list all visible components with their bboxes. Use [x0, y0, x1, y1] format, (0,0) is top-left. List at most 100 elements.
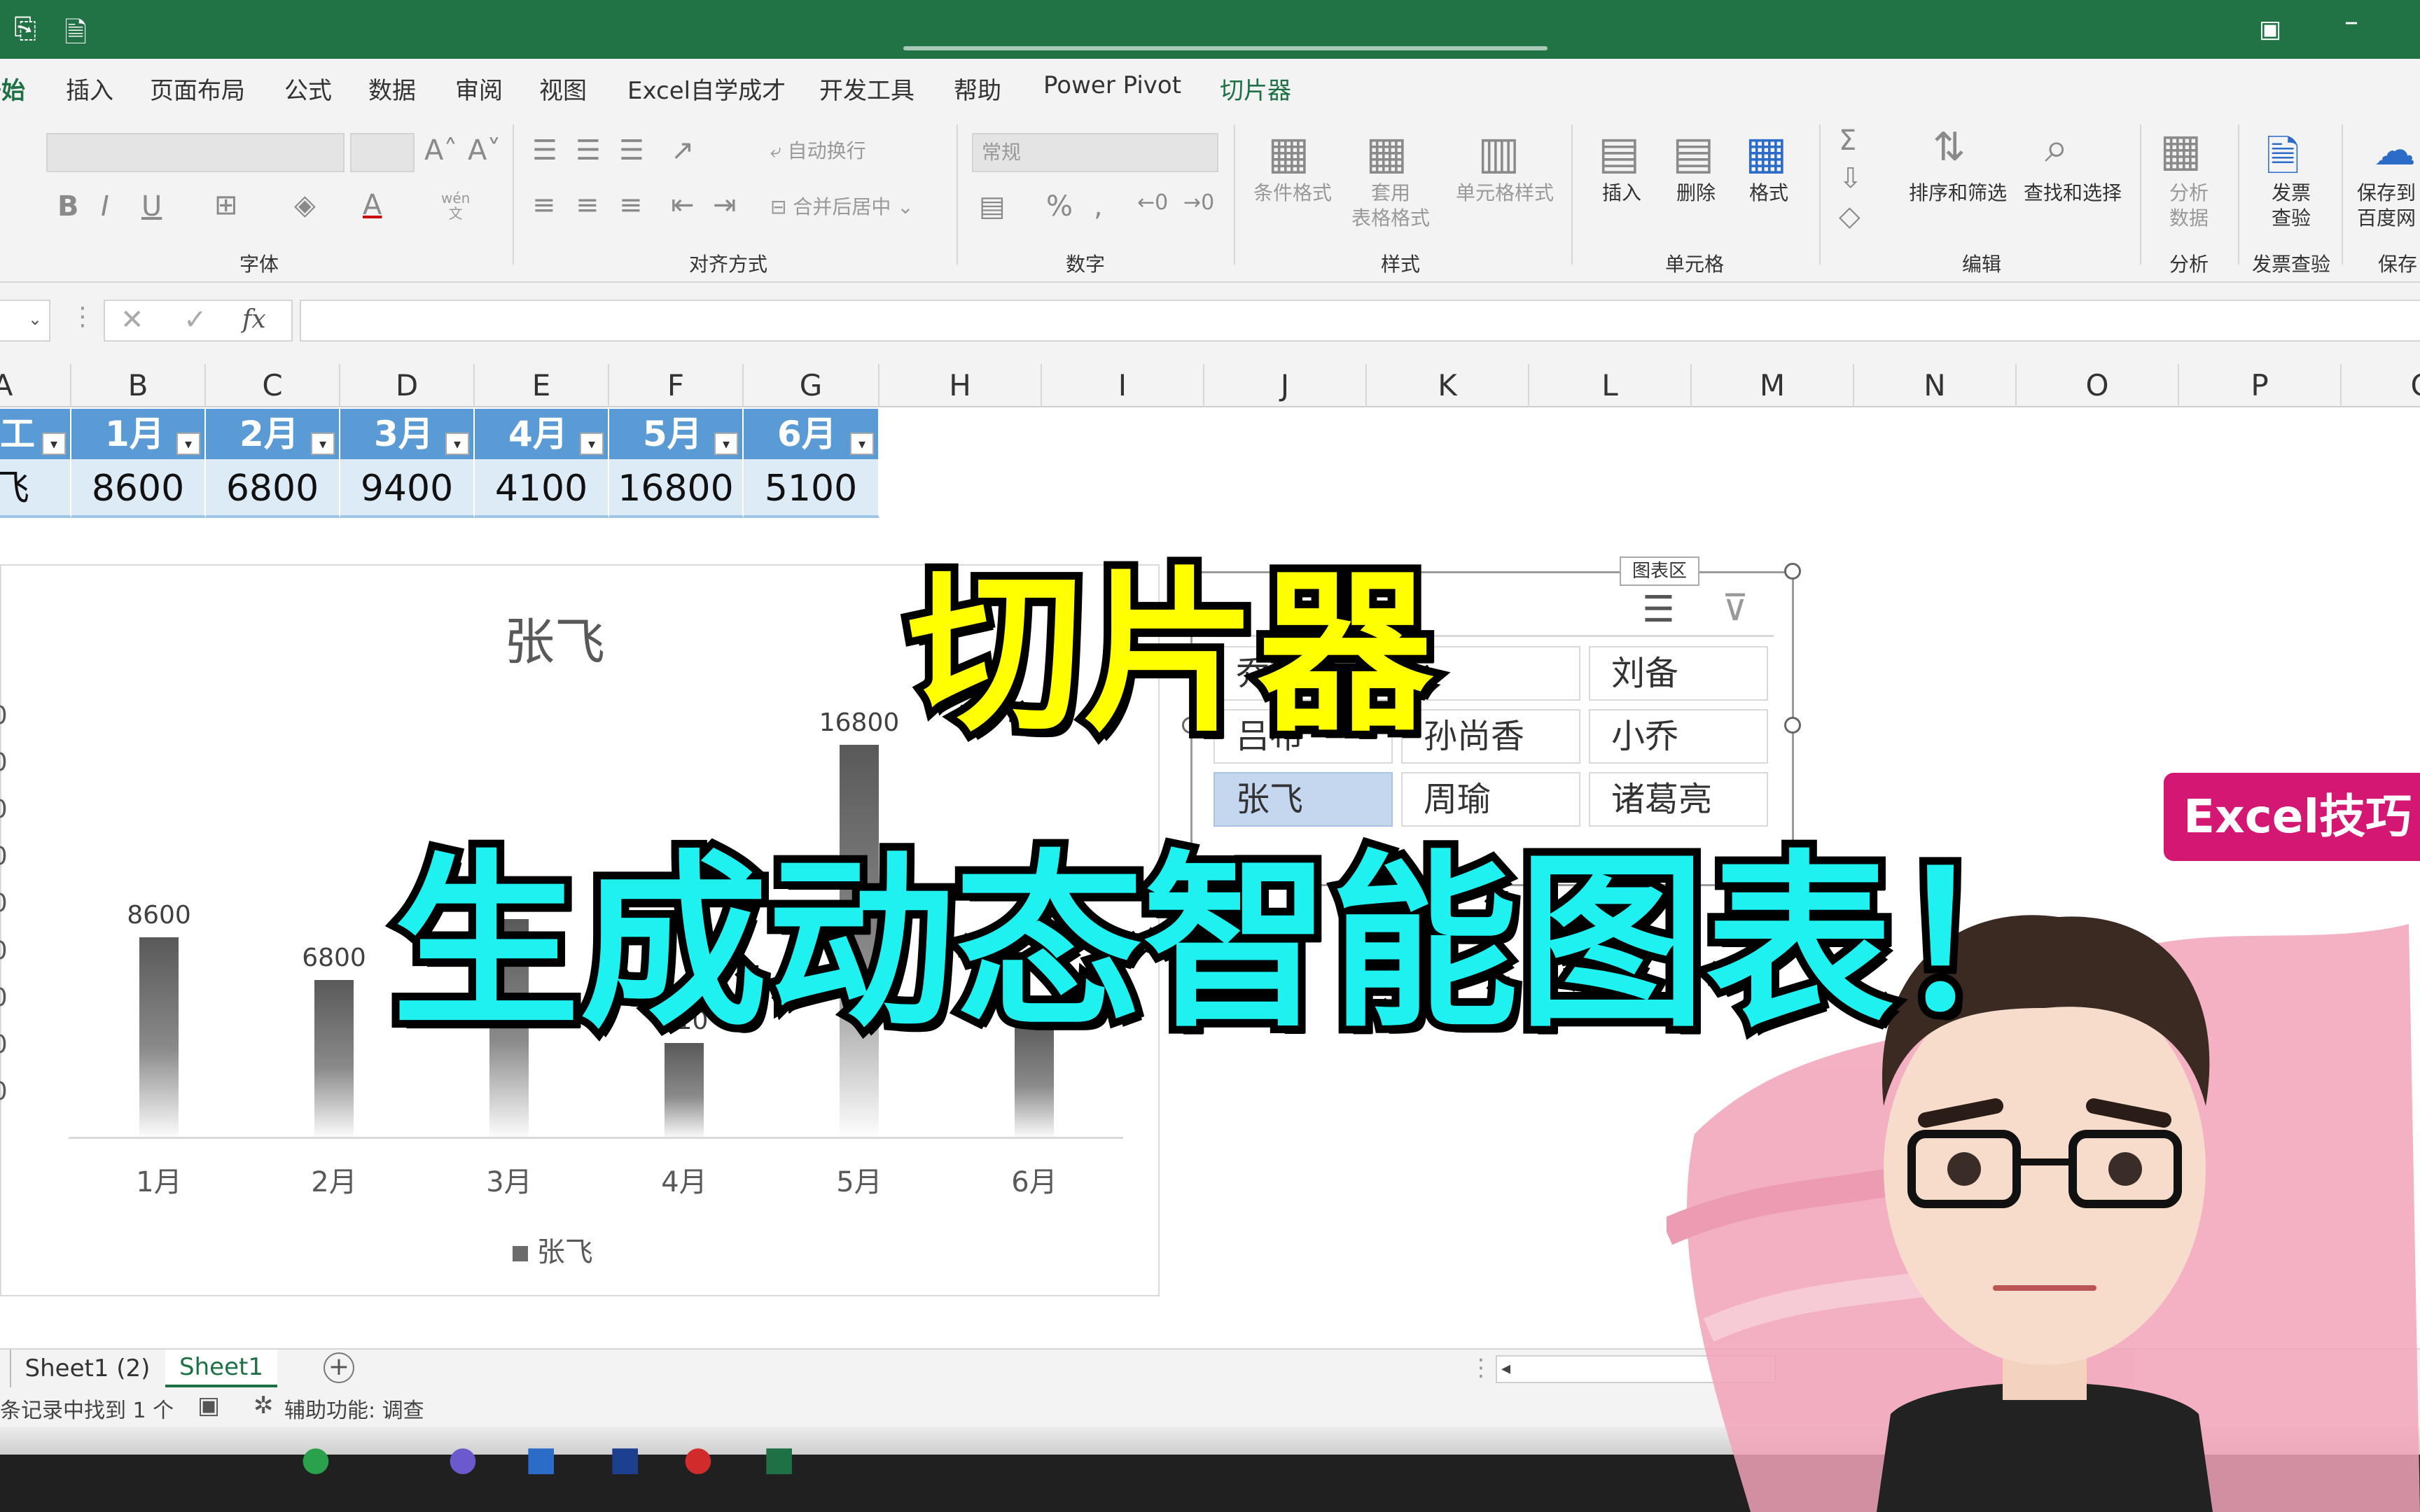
- font-color-icon[interactable]: A: [363, 189, 382, 221]
- phonetic-icon[interactable]: wén 文: [441, 190, 470, 221]
- column-header[interactable]: H: [879, 364, 1042, 407]
- resize-handle[interactable]: [1784, 563, 1801, 580]
- align-top-icon[interactable]: ☰: [532, 134, 557, 167]
- delete-cells-icon[interactable]: ▤: [1672, 127, 1714, 179]
- touch-mode-icon[interactable]: ⎘: [14, 13, 36, 45]
- clear-filter-icon[interactable]: ⊽: [1722, 587, 1748, 629]
- filter-active-icon[interactable]: ▾: [42, 433, 66, 455]
- sort-filter-label[interactable]: 排序和筛选: [1899, 181, 2017, 206]
- align-right-icon[interactable]: ≡: [619, 189, 643, 221]
- table-cell[interactable]: 6800: [206, 459, 340, 518]
- increase-indent-icon[interactable]: ⇥: [713, 189, 737, 221]
- column-header[interactable]: L: [1529, 364, 1692, 407]
- table-cell[interactable]: 16800: [609, 459, 744, 518]
- align-left-icon[interactable]: ≡: [532, 189, 556, 221]
- find-select-icon[interactable]: ⌕: [2045, 123, 2068, 172]
- dropdown-arrow-icon[interactable]: ▾: [850, 433, 874, 455]
- save-label-2[interactable]: 百度网: [2357, 206, 2420, 231]
- wrap-text-button[interactable]: ⤶ 自动换行: [770, 139, 866, 164]
- table-header-cell[interactable]: 2月 ▾: [206, 409, 340, 459]
- resize-handle[interactable]: [1784, 717, 1801, 734]
- sheet-tab-active[interactable]: Sheet1: [165, 1350, 277, 1387]
- percent-icon[interactable]: %: [1046, 190, 1073, 223]
- font-size-select[interactable]: [350, 133, 415, 172]
- dropdown-arrow-icon[interactable]: ▾: [714, 433, 738, 455]
- border-icon[interactable]: ⊞: [214, 189, 238, 221]
- tab-help[interactable]: 帮助: [954, 71, 1001, 106]
- tab-home[interactable]: 开始: [0, 71, 25, 106]
- fill-color-icon[interactable]: ◈: [294, 189, 316, 221]
- align-center-icon[interactable]: ≡: [576, 189, 599, 221]
- align-bottom-icon[interactable]: ☰: [619, 134, 644, 167]
- tab-view[interactable]: 视图: [539, 71, 587, 106]
- tab-insert[interactable]: 插入: [66, 71, 113, 106]
- increase-font-icon[interactable]: A˄: [424, 134, 457, 167]
- invoice-label-1[interactable]: 发票: [2256, 181, 2326, 206]
- save-label-1[interactable]: 保存到: [2357, 181, 2420, 206]
- italic-icon[interactable]: I: [101, 190, 109, 223]
- align-middle-icon[interactable]: ☰: [576, 134, 601, 167]
- number-format-select[interactable]: 常规: [972, 133, 1218, 172]
- chart-bar[interactable]: [314, 979, 354, 1140]
- underline-icon[interactable]: U: [141, 190, 162, 223]
- column-header[interactable]: M: [1692, 364, 1854, 407]
- tab-excel-self-study[interactable]: Excel自学成才: [627, 71, 786, 106]
- decrease-font-icon[interactable]: A˅: [468, 134, 501, 167]
- taskbar-chrome-icon[interactable]: ●: [301, 1439, 331, 1478]
- table-header-cell[interactable]: 6月 ▾: [744, 409, 879, 459]
- name-box-dropdown-icon[interactable]: ⌄: [28, 309, 42, 329]
- table-cell[interactable]: 8600: [71, 459, 206, 518]
- table-format-icon[interactable]: ▦: [1365, 127, 1407, 179]
- chart-legend[interactable]: 张飞: [513, 1229, 593, 1270]
- column-header[interactable]: P: [2179, 364, 2342, 407]
- dropdown-arrow-icon[interactable]: ▾: [311, 433, 335, 455]
- analyze-data-icon[interactable]: ▦: [2160, 125, 2202, 176]
- tab-page-layout[interactable]: 页面布局: [150, 71, 245, 106]
- column-header[interactable]: Q: [2342, 364, 2420, 407]
- column-header[interactable]: O: [2017, 364, 2179, 407]
- tab-formulas[interactable]: 公式: [284, 71, 332, 106]
- table-header-cell[interactable]: 工 ▾: [0, 409, 71, 459]
- column-header[interactable]: C: [206, 364, 340, 407]
- table-cell[interactable]: 5100: [744, 459, 879, 518]
- minimize-icon[interactable]: –: [2344, 6, 2358, 38]
- column-header[interactable]: D: [340, 364, 475, 407]
- table-cell[interactable]: 4100: [475, 459, 609, 518]
- tab-review[interactable]: 审阅: [455, 71, 503, 106]
- insert-cells-icon[interactable]: ▤: [1598, 127, 1640, 179]
- orientation-icon[interactable]: ↗: [671, 134, 695, 167]
- insert-cells-label[interactable]: 插入: [1587, 181, 1657, 206]
- decrease-decimal-icon[interactable]: →0: [1183, 190, 1214, 215]
- sort-filter-icon[interactable]: ⇅: [1933, 125, 1966, 170]
- column-header[interactable]: F: [609, 364, 744, 407]
- font-name-select[interactable]: [46, 133, 345, 172]
- chart-title[interactable]: 张飞: [422, 601, 688, 674]
- column-header[interactable]: G: [744, 364, 879, 407]
- analyze-data-label-2[interactable]: 数据: [2154, 206, 2224, 231]
- analyze-data-label-1[interactable]: 分析: [2154, 181, 2224, 206]
- table-header-cell[interactable]: 5月 ▾: [609, 409, 744, 459]
- column-header[interactable]: N: [1854, 364, 2017, 407]
- column-header[interactable]: B: [71, 364, 206, 407]
- fill-icon[interactable]: ⇩: [1839, 162, 1863, 195]
- format-cells-label[interactable]: 格式: [1734, 181, 1804, 206]
- table-format-label-1[interactable]: 套用: [1342, 181, 1440, 206]
- autosum-icon[interactable]: Σ: [1839, 125, 1856, 157]
- baidu-cloud-icon[interactable]: ☁: [2374, 126, 2416, 175]
- name-box[interactable]: ⌄: [0, 300, 50, 342]
- enter-icon[interactable]: ✓: [183, 304, 207, 336]
- column-header[interactable]: J: [1204, 364, 1367, 407]
- ribbon-display-icon[interactable]: ▣: [2259, 15, 2281, 43]
- taskbar-excel-icon[interactable]: ■: [763, 1439, 795, 1478]
- fx-icon[interactable]: fx: [242, 305, 266, 334]
- chart-bar[interactable]: [139, 937, 179, 1140]
- table-header-cell[interactable]: 1月 ▾: [71, 409, 206, 459]
- status-accessibility[interactable]: 辅助功能: 调查: [284, 1393, 424, 1424]
- dropdown-arrow-icon[interactable]: ▾: [445, 433, 469, 455]
- table-header-cell[interactable]: 3月 ▾: [340, 409, 475, 459]
- bold-icon[interactable]: B: [57, 190, 79, 223]
- delete-cells-label[interactable]: 删除: [1661, 181, 1731, 206]
- tab-developer[interactable]: 开发工具: [819, 71, 915, 106]
- taskbar-app-icon[interactable]: ●: [683, 1439, 713, 1478]
- conditional-format-icon[interactable]: ▦: [1267, 127, 1309, 179]
